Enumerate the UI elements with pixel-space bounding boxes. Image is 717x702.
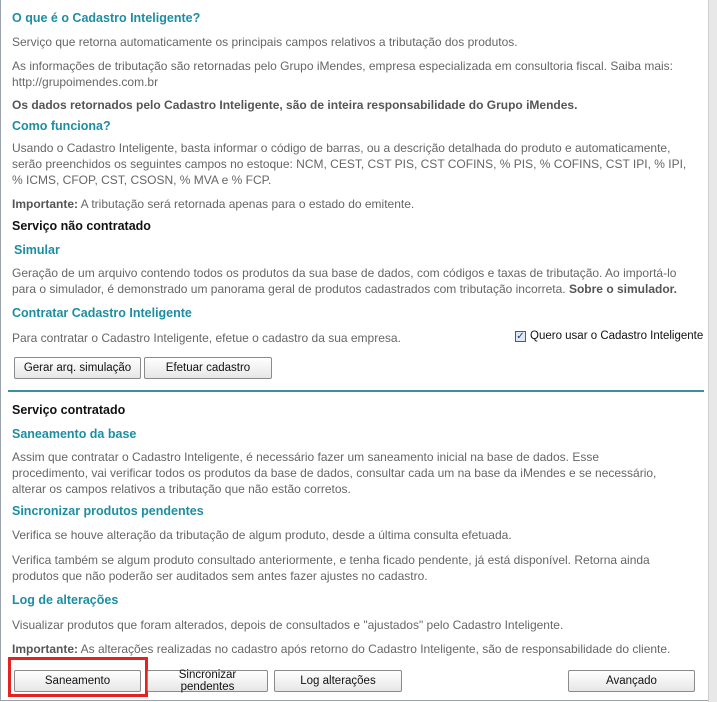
sincronizar-p2-line1: Verifica também se algum produto consult… — [12, 553, 650, 567]
sincronizar-p1: Verifica se houve alteração da tributaçã… — [12, 528, 512, 542]
log-important-text: As alterações realizadas no cadastro apó… — [78, 642, 671, 656]
simular-line1: Geração de um arquivo contendo todos os … — [12, 266, 677, 280]
generate-simulation-button[interactable]: Gerar arq. simulação — [14, 357, 141, 379]
intro-info-line1: As informações de tributação são retorna… — [12, 59, 674, 73]
saneamento-line3: alterar os campos relativos a tributação… — [12, 482, 351, 496]
how-important-label: Importante: — [12, 197, 78, 211]
use-cadastro-checkbox-label[interactable]: Quero usar o Cadastro Inteligente — [530, 330, 703, 342]
sync-pending-button[interactable]: Sincronizar pendentes — [147, 669, 268, 693]
intro-paragraph: Serviço que retorna automaticamente os p… — [12, 35, 518, 49]
how-heading: Como funciona? — [12, 119, 111, 133]
log-changes-button[interactable]: Log alterações — [274, 670, 402, 692]
intro-responsibility: Os dados retornados pelo Cadastro Inteli… — [12, 98, 578, 112]
log-text: Visualizar produtos que foram alterados,… — [12, 618, 564, 632]
log-important-label: Importante: — [12, 642, 78, 656]
saneamento-line1: Assim que contratar o Cadastro Inteligen… — [12, 450, 599, 464]
log-heading: Log de alterações — [12, 593, 119, 607]
vertical-scrollbar[interactable] — [708, 0, 717, 702]
use-cadastro-checkbox[interactable]: ✓ — [515, 331, 526, 342]
how-line2: serão preenchidos os seguintes campos no… — [12, 157, 687, 171]
sincronizar-p2-line2: produtos que não poderão ser auditados s… — [12, 569, 428, 583]
contratar-heading: Contratar Cadastro Inteligente — [12, 306, 192, 320]
contratar-text: Para contratar o Cadastro Inteligente, e… — [12, 331, 401, 345]
saneamento-button[interactable]: Saneamento — [14, 670, 141, 692]
advanced-button[interactable]: Avançado — [568, 670, 695, 692]
how-important-text: A tributação será retornada apenas para … — [78, 197, 415, 211]
saneamento-line2: procedimento, vai verificar todos os pro… — [12, 466, 657, 480]
sincronizar-heading: Sincronizar produtos pendentes — [12, 504, 204, 518]
register-button[interactable]: Efetuar cadastro — [144, 357, 272, 379]
simular-line2-text: para o simulador, é demonstrado um panor… — [12, 282, 566, 296]
how-line3: % ICMS, CFOP, CST, CSOSN, % MVA e % FCP. — [12, 173, 272, 187]
log-important: Importante: As alterações realizadas no … — [12, 641, 670, 657]
simular-line2: para o simulador, é demonstrado um panor… — [12, 281, 677, 297]
section-divider — [8, 390, 704, 392]
not-contracted-heading: Serviço não contratado — [12, 219, 151, 233]
intro-info-link[interactable]: http://grupoimendes.com.br — [12, 74, 158, 90]
saneamento-heading: Saneamento da base — [12, 427, 137, 441]
how-line1: Usando o Cadastro Inteligente, basta inf… — [12, 141, 671, 155]
contracted-heading: Serviço contratado — [12, 403, 126, 417]
intro-heading: O que é o Cadastro Inteligente? — [12, 11, 201, 25]
simular-heading: Simular — [14, 243, 60, 257]
how-important: Importante: A tributação será retornada … — [12, 196, 414, 212]
about-simulator-link[interactable]: Sobre o simulador. — [566, 282, 677, 296]
